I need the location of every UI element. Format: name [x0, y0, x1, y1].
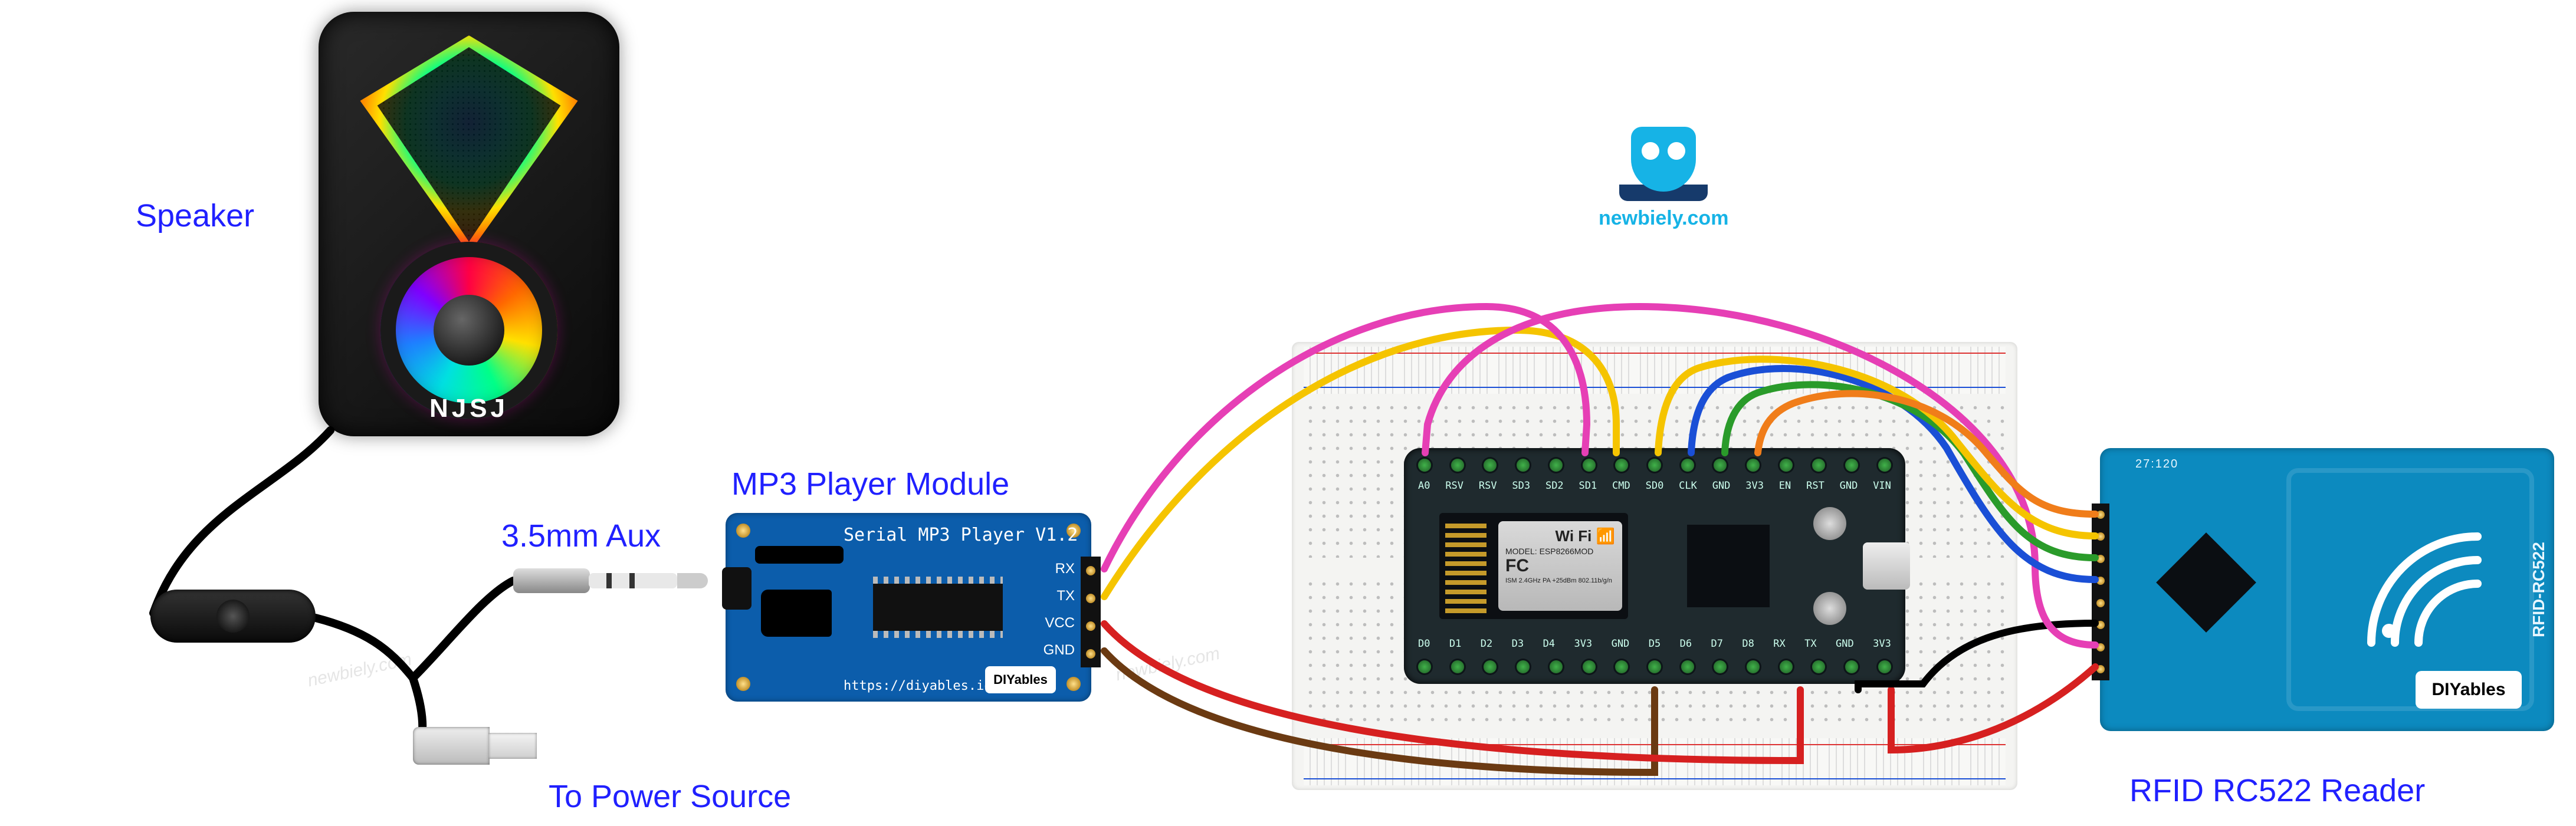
mp3-pin-labels: RX TX VCC GND: [1043, 555, 1075, 664]
mp3-title: Serial MP3 Player V1.2: [844, 525, 1078, 545]
sd-slot-icon: [755, 546, 844, 564]
label-rfid: RFID RC522 Reader: [2129, 772, 2425, 809]
speaker-cable: [0, 0, 826, 826]
wifi-label: Wi Fi: [1556, 527, 1592, 545]
mp3-header-pins: [1081, 557, 1101, 667]
logo-text: newbiely.com: [1599, 207, 1728, 230]
audio-out-block-icon: [761, 590, 832, 637]
owl-icon: [1631, 127, 1696, 192]
nodemcu-pins-bottom: [1418, 654, 1891, 679]
mfrc522-chip-icon: [2156, 532, 2256, 633]
breadboard-rail-bottom: [1304, 738, 2006, 785]
nodemcu-pins-top: [1418, 453, 1891, 478]
watermark: newbiely.com: [1114, 644, 1222, 686]
rfid-top-number: 27:120: [2135, 458, 2178, 471]
aux-jack-icon: [722, 567, 752, 610]
esp-shield: Wi Fi 📶 MODEL: ESP8266MOD FC ISM 2.4GHz …: [1498, 521, 1622, 611]
inline-volume-control: [150, 590, 316, 643]
rfid-waves-icon: [2336, 501, 2513, 678]
nodemcu-esp8266: A0RSVRSVSD3SD2SD1CMDSD0CLKGND3V3ENRSTGND…: [1404, 448, 1905, 684]
esp-model: MODEL: ESP8266MOD: [1505, 547, 1615, 556]
reset-button: [1813, 507, 1846, 540]
rfid-side-text: RFID-RC522: [2529, 483, 2549, 696]
rfid-header-pins: [2092, 504, 2109, 680]
esp-spec: ISM 2.4GHz PA +25dBm 802.11b/g/n: [1505, 577, 1615, 584]
aux-3-5mm-plug: [513, 565, 708, 597]
newbiely-logo: newbiely.com: [1599, 127, 1728, 230]
flash-button: [1813, 592, 1846, 625]
rfid-rc522-module: 27:120 DIYables RFID-RC522: [2100, 448, 2554, 731]
esp8266-module: Wi Fi 📶 MODEL: ESP8266MOD FC ISM 2.4GHz …: [1439, 513, 1628, 619]
fcc-icon: FC: [1505, 556, 1615, 576]
nodemcu-pinlabels-top: A0RSVRSVSD3SD2SD1CMDSD0CLKGND3V3ENRSTGND…: [1418, 480, 1891, 494]
nodemcu-pinlabels-bottom: D0D1D2D3D43V3GNDD5D6D7D8RXTXGND3V3: [1418, 638, 1891, 652]
diyables-logo: DIYables: [985, 666, 1056, 693]
micro-usb-port-icon: [1863, 542, 1910, 590]
mp3-player-module: Serial MP3 Player V1.2 RX TX VCC GND htt…: [726, 513, 1091, 702]
wifi-antenna-icon: [1445, 519, 1486, 613]
mp3-ic-chip-icon: [873, 584, 1003, 631]
usb-serial-chip-icon: [1687, 525, 1770, 607]
diyables-logo: DIYables: [2416, 671, 2522, 709]
mp3-url: https://diyables.io/: [844, 679, 1000, 693]
breadboard-rail-top: [1304, 347, 2006, 394]
usb-a-plug: [413, 722, 537, 769]
